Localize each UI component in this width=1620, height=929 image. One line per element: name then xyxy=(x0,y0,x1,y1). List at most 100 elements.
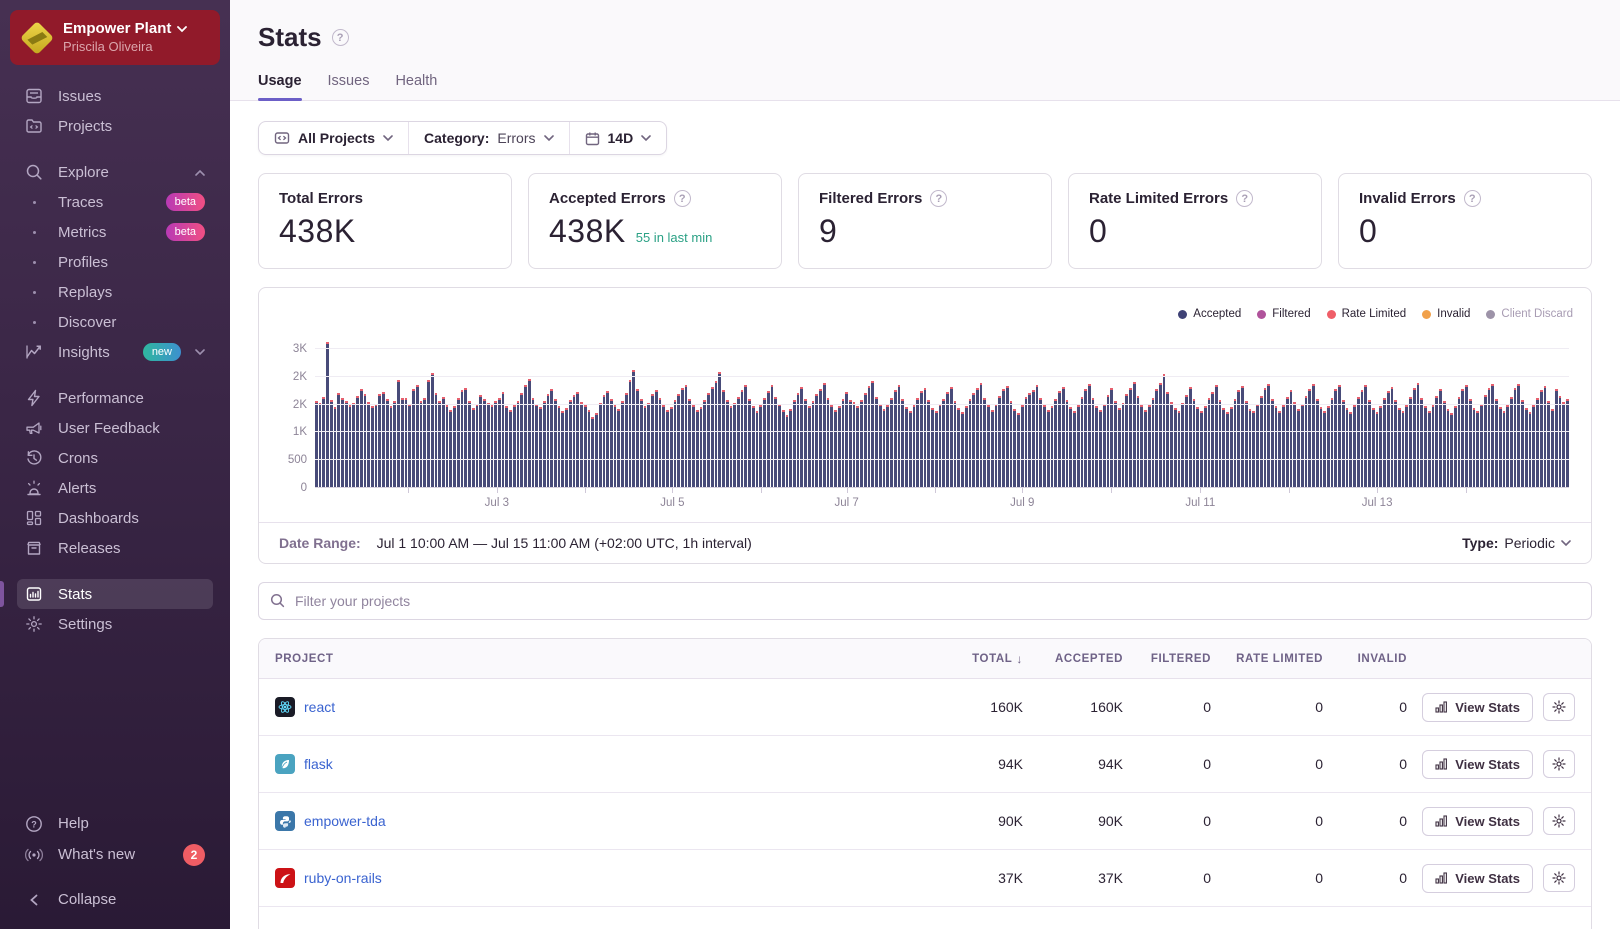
table-header-row: ProjectTotal↓AcceptedFilteredRate Limite… xyxy=(259,639,1591,679)
tab-issues[interactable]: Issues xyxy=(328,73,370,100)
svg-text:?: ? xyxy=(31,819,37,829)
chevron-down-icon xyxy=(195,349,205,356)
sidebar-item-alerts[interactable]: Alerts xyxy=(17,473,213,503)
app-window: Empower Plant Priscila Oliveira Issues P… xyxy=(0,0,1620,929)
x-axis-labels: Jul 3Jul 5Jul 7Jul 9Jul 11Jul 13 xyxy=(315,488,1569,516)
page-help-icon[interactable]: ? xyxy=(332,29,349,46)
legend-item-client-discard[interactable]: Client Discard xyxy=(1486,308,1573,320)
legend-item-invalid[interactable]: Invalid xyxy=(1422,308,1470,320)
card-title: Filtered Errors xyxy=(819,190,922,207)
chevron-left-icon xyxy=(24,894,44,906)
project-settings-button[interactable] xyxy=(1543,864,1575,892)
legend-item-filtered[interactable]: Filtered xyxy=(1257,308,1310,320)
sidebar-item-discover[interactable]: Discover xyxy=(17,307,213,337)
sidebar-collapse-button[interactable]: Collapse xyxy=(17,884,213,915)
sidebar-item-dashboards[interactable]: Dashboards xyxy=(17,503,213,533)
sidebar-item-label: Replays xyxy=(58,284,205,301)
y-axis-labels: 05001K2K2K3K xyxy=(275,338,315,488)
card-value: 9 xyxy=(819,213,837,250)
legend-item-rate-limited[interactable]: Rate Limited xyxy=(1327,308,1407,320)
date-range-label: Date Range: xyxy=(279,535,361,551)
project-link[interactable]: flask xyxy=(275,754,333,774)
card-help-icon[interactable]: ? xyxy=(1464,190,1481,207)
sidebar-item-settings[interactable]: Settings xyxy=(17,609,213,639)
card-help-icon[interactable]: ? xyxy=(1236,190,1253,207)
project-link[interactable]: empower-tda xyxy=(275,811,386,831)
filter-bar: All Projects Category: Errors 14D xyxy=(258,121,667,155)
view-stats-button[interactable]: View Stats xyxy=(1422,693,1533,722)
column-header-accepted[interactable]: Accepted xyxy=(1023,653,1123,665)
column-header-filtered[interactable]: Filtered xyxy=(1123,653,1211,665)
project-settings-button[interactable] xyxy=(1543,750,1575,778)
sidebar-item-replays[interactable]: Replays xyxy=(17,277,213,307)
sidebar-item-whats-new[interactable]: What's new 2 xyxy=(17,839,213,870)
sidebar-item-explore[interactable]: Explore xyxy=(17,157,213,187)
sidebar-item-profiles[interactable]: Profiles xyxy=(17,247,213,277)
alerts-icon xyxy=(24,479,44,497)
card-value: 0 xyxy=(1089,213,1107,250)
card-help-icon[interactable]: ? xyxy=(674,190,691,207)
sidebar-item-insights[interactable]: Insights new xyxy=(17,337,213,367)
bar-chart-icon xyxy=(1435,758,1448,770)
bullet-icon xyxy=(24,201,44,204)
org-logo-icon xyxy=(22,23,52,53)
type-value: Periodic xyxy=(1504,535,1555,551)
settings-icon xyxy=(24,615,44,633)
sidebar-item-releases[interactable]: Releases xyxy=(17,533,213,563)
project-filter-dropdown[interactable]: All Projects xyxy=(259,122,408,154)
column-header-rate-limited[interactable]: Rate Limited xyxy=(1211,653,1323,665)
date-period-dropdown[interactable]: 14D xyxy=(569,122,667,154)
chevron-down-icon xyxy=(383,135,393,142)
page-title: Stats xyxy=(258,22,322,53)
project-filter-value: All Projects xyxy=(298,130,375,146)
view-stats-button[interactable]: View Stats xyxy=(1422,807,1533,836)
sidebar-item-metrics[interactable]: Metrics beta xyxy=(17,217,213,247)
flask-platform-icon xyxy=(275,754,295,774)
beta-badge: beta xyxy=(166,223,205,241)
sidebar-item-crons[interactable]: Crons xyxy=(17,443,213,473)
rails-platform-icon xyxy=(275,868,295,888)
project-search xyxy=(258,582,1592,620)
sidebar-item-performance[interactable]: Performance xyxy=(17,383,213,413)
tab-usage[interactable]: Usage xyxy=(258,73,302,100)
chevron-up-icon xyxy=(195,169,205,176)
tab-health[interactable]: Health xyxy=(395,73,437,100)
cell-total: 160K xyxy=(927,699,1023,715)
project-link[interactable]: ruby-on-rails xyxy=(275,868,382,888)
view-stats-button[interactable]: View Stats xyxy=(1422,864,1533,893)
search-input[interactable] xyxy=(258,582,1592,620)
sidebar-item-stats[interactable]: Stats xyxy=(17,579,213,609)
project-settings-button[interactable] xyxy=(1543,693,1575,721)
card-help-icon[interactable]: ? xyxy=(930,190,947,207)
releases-icon xyxy=(24,539,44,557)
sidebar-footer: ? Help What's new 2 Collapse xyxy=(0,808,230,929)
date-range-value: Jul 1 10:00 AM — Jul 15 11:00 AM (+02:00… xyxy=(377,535,752,551)
bullet-icon xyxy=(24,231,44,234)
view-stats-button[interactable]: View Stats xyxy=(1422,750,1533,779)
table-row: ruby-on-rails 37K 37K 0 0 0 View Stats xyxy=(259,850,1591,907)
bullet-icon xyxy=(24,291,44,294)
sidebar-item-issues[interactable]: Issues xyxy=(17,81,213,111)
card-value: 0 xyxy=(1359,213,1377,250)
help-icon: ? xyxy=(24,815,44,833)
period-value: 14D xyxy=(608,130,634,146)
type-dropdown[interactable]: Type: Periodic xyxy=(1462,535,1571,551)
stat-card: Filtered Errors? 9 xyxy=(798,173,1052,269)
sidebar-item-help[interactable]: ? Help xyxy=(17,808,213,839)
legend-item-accepted[interactable]: Accepted xyxy=(1178,308,1241,320)
project-link[interactable]: react xyxy=(275,697,335,717)
card-title: Total Errors xyxy=(279,190,363,207)
cell-rate-limited: 0 xyxy=(1211,699,1323,715)
column-header-total[interactable]: Total↓ xyxy=(927,652,1023,666)
project-settings-button[interactable] xyxy=(1543,807,1575,835)
card-value: 438K xyxy=(279,213,356,250)
column-header-invalid[interactable]: Invalid xyxy=(1323,653,1407,665)
chevron-down-icon xyxy=(1561,540,1571,547)
cell-accepted: 37K xyxy=(1023,870,1123,886)
chart-legend: Accepted Filtered Rate Limited Invalid Clien… xyxy=(1178,308,1573,320)
sidebar-item-user-feedback[interactable]: User Feedback xyxy=(17,413,213,443)
sidebar-item-traces[interactable]: Traces beta xyxy=(17,187,213,217)
category-filter-dropdown[interactable]: Category: Errors xyxy=(408,122,568,154)
org-switcher[interactable]: Empower Plant Priscila Oliveira xyxy=(10,10,220,65)
sidebar-item-projects[interactable]: Projects xyxy=(17,111,213,141)
